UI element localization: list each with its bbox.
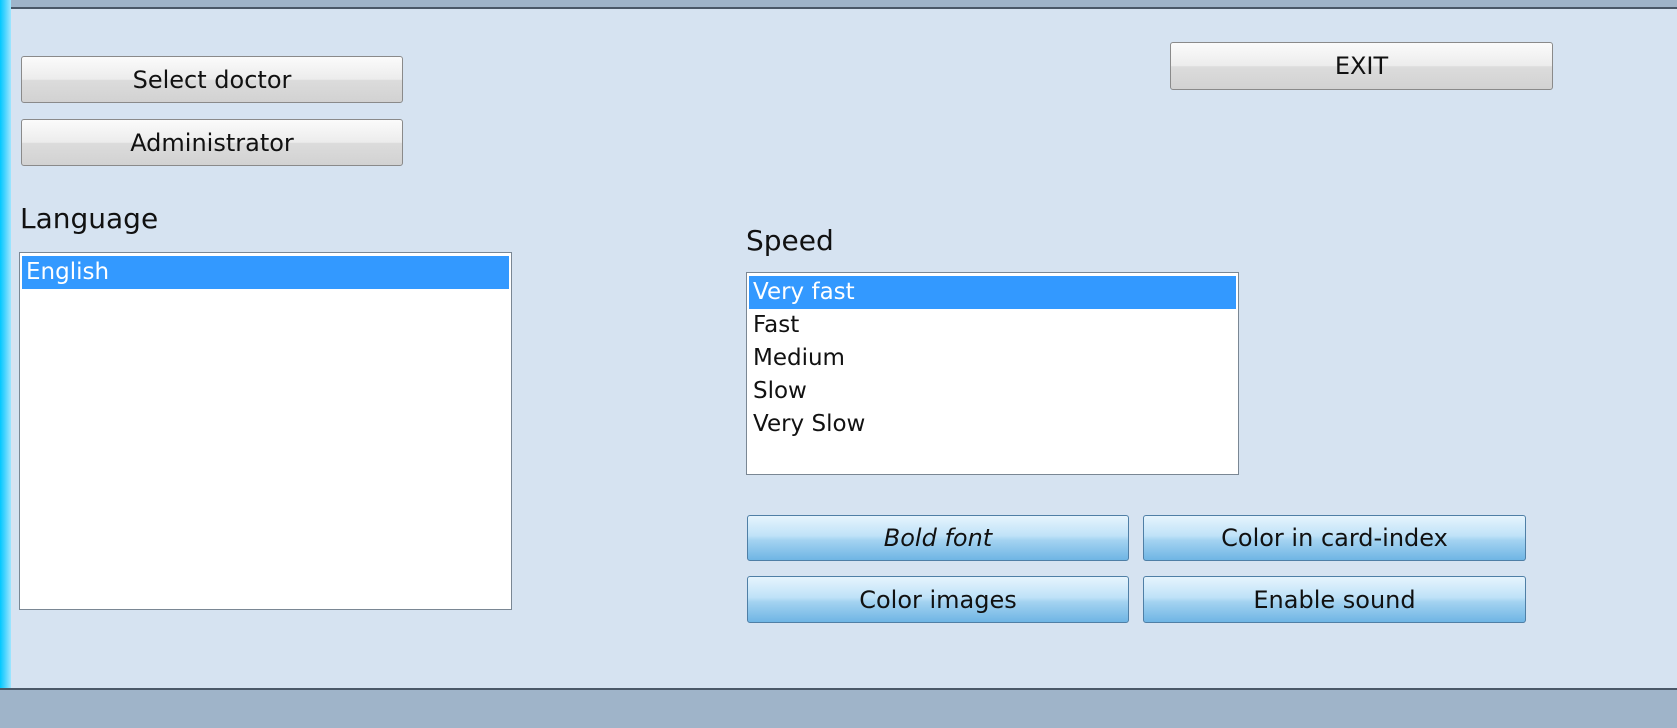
enable-sound-button[interactable]: Enable sound (1143, 576, 1526, 623)
language-item-english[interactable]: English (22, 256, 509, 289)
speed-item-fast[interactable]: Fast (749, 309, 1236, 342)
bold-font-button[interactable]: Bold font (747, 515, 1129, 561)
speed-label: Speed (746, 224, 834, 257)
language-label: Language (20, 202, 159, 235)
speed-item-very-fast[interactable]: Very fast (749, 276, 1236, 309)
color-in-card-index-button[interactable]: Color in card-index (1143, 515, 1526, 561)
language-listbox[interactable]: English (19, 252, 512, 610)
top-bar (0, 0, 1677, 9)
speed-listbox[interactable]: Very fast Fast Medium Slow Very Slow (746, 272, 1239, 475)
color-images-button[interactable]: Color images (747, 576, 1129, 623)
bottom-bar (0, 688, 1677, 728)
left-edge-accent (0, 0, 11, 728)
speed-item-medium[interactable]: Medium (749, 342, 1236, 375)
exit-button[interactable]: EXIT (1170, 42, 1553, 90)
speed-item-very-slow[interactable]: Very Slow (749, 408, 1236, 441)
select-doctor-button[interactable]: Select doctor (21, 56, 403, 103)
speed-item-slow[interactable]: Slow (749, 375, 1236, 408)
administrator-button[interactable]: Administrator (21, 119, 403, 166)
